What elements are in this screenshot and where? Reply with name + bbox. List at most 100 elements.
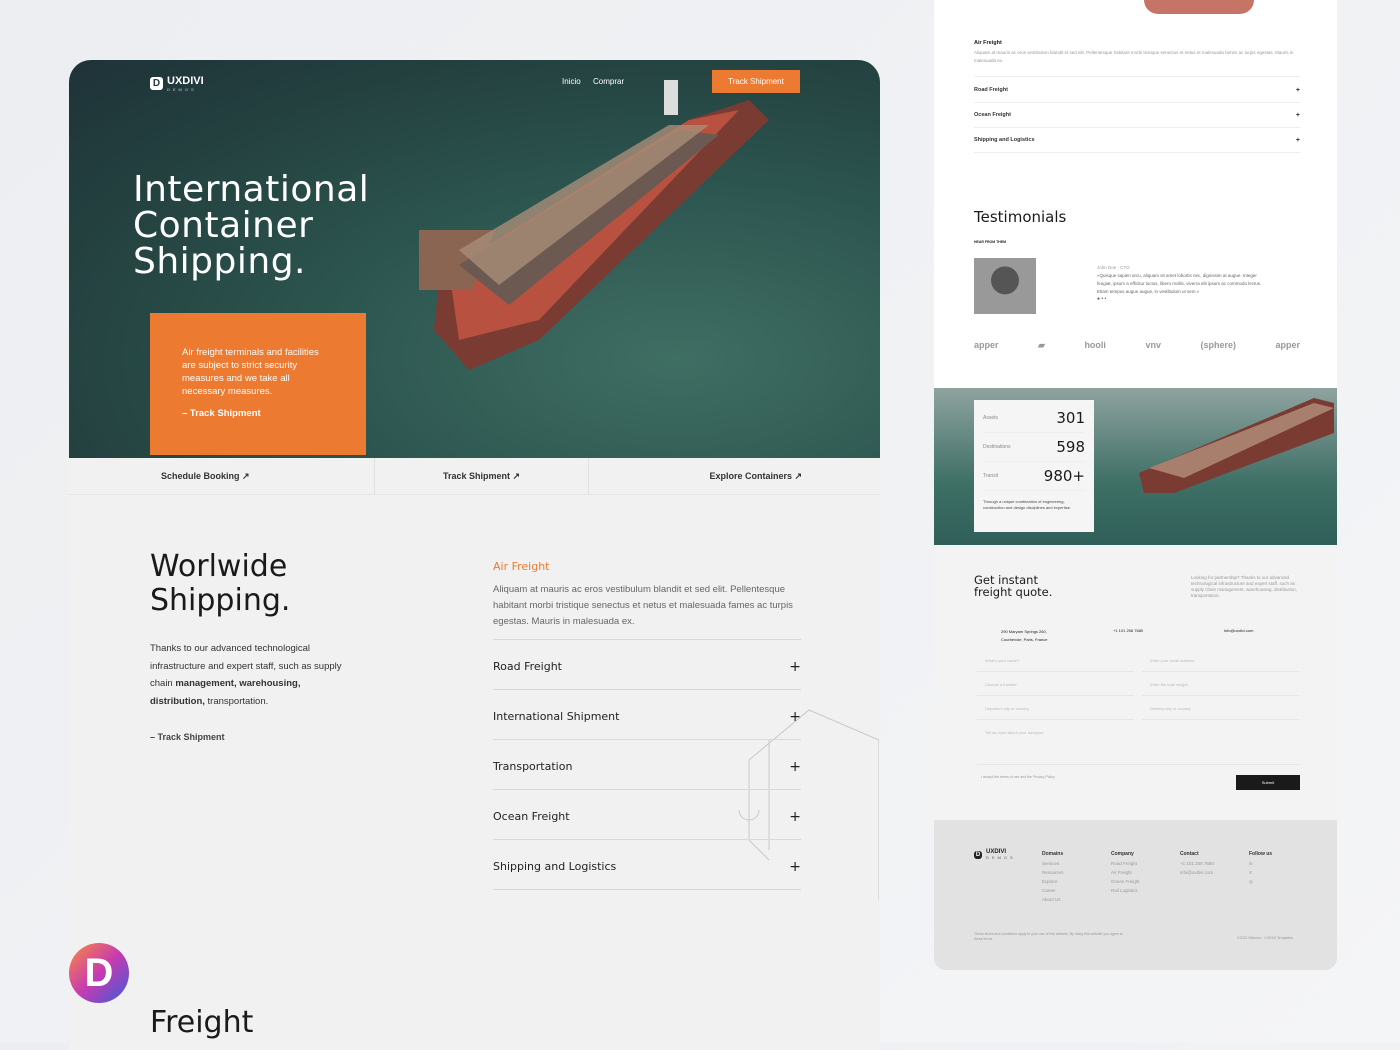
quote-phone[interactable]: +1 101 258 7680 xyxy=(1113,628,1143,633)
client-logo: apper xyxy=(1275,340,1300,350)
footer-column-title: Contact xyxy=(1180,851,1199,857)
footer-link[interactable]: ◎ xyxy=(1249,877,1272,886)
quote-section: Get instant freight quote. Looking for pa… xyxy=(934,545,1337,820)
plus-icon[interactable]: + xyxy=(1296,112,1300,119)
quote-consent-checkbox[interactable]: I accept the terms of use and the Privac… xyxy=(981,773,1055,781)
plus-icon[interactable]: + xyxy=(1296,137,1300,144)
nav-inicio[interactable]: Inicio xyxy=(562,77,581,86)
client-logos: apper ▰ hooli vnv (sphere) apper xyxy=(974,340,1300,351)
footer-link[interactable]: info@uxdivi.com xyxy=(1180,868,1214,877)
client-logo: vnv xyxy=(1145,340,1161,350)
quick-links-bar: Schedule Booking ↗ Track Shipment ↗ Expl… xyxy=(69,458,880,495)
footer-link[interactable]: Services xyxy=(1042,859,1064,868)
quote-form-field[interactable]: What's your name? xyxy=(977,648,1134,672)
landing-page-preview: D UXDIVI DEMOS Inicio Comprar Track Shipme… xyxy=(69,60,880,1050)
quote-message-textarea[interactable]: Tell us more about your transport xyxy=(977,720,1299,765)
freight-heading: Freight xyxy=(150,1005,254,1040)
footer-link[interactable]: Air Freight xyxy=(1111,868,1140,877)
preview-accordion-item[interactable]: Shipping and Logistics + xyxy=(974,128,1300,153)
accordion-item-label: Ocean Freight xyxy=(974,112,1011,118)
hero-card-text: Air freight terminals and facilities are… xyxy=(182,347,319,397)
uxdivi-badge-logo: D xyxy=(69,943,129,1003)
plus-icon[interactable]: + xyxy=(789,759,801,775)
footer-link[interactable]: About Us xyxy=(1042,895,1064,904)
footer-column: Follow us in X ◎ xyxy=(1249,849,1272,886)
quote-submit-button[interactable]: Submit xyxy=(1236,775,1300,790)
accordion-item-label: Ocean Freight xyxy=(493,810,570,823)
track-shipment-button[interactable]: Track Shipment xyxy=(712,70,800,93)
accordion-item-air-freight[interactable]: Air Freight Aliquam at mauris ac eros ve… xyxy=(493,560,801,640)
preview-accordion-item[interactable]: Road Freight + xyxy=(974,78,1300,103)
testimonials-title: Testimonials xyxy=(974,208,1067,226)
plus-icon[interactable]: + xyxy=(789,859,801,875)
quote-intro: Looking for partnership? Thanks to our a… xyxy=(1191,575,1298,598)
stat-value: 598 xyxy=(1056,438,1085,456)
client-logo: (sphere) xyxy=(1200,340,1236,350)
footer-column-title: Domains xyxy=(1042,851,1064,857)
quote-form-fields: What's your name? Enter your email addres… xyxy=(977,648,1299,720)
footer-link[interactable]: Ocean Freight xyxy=(1111,877,1140,886)
client-logo: apper xyxy=(974,340,999,350)
quote-form-field[interactable]: Choose a transfer xyxy=(977,672,1134,696)
quote-form-field[interactable]: Enter the total weight xyxy=(1142,672,1299,696)
brand-name: UXDIVI xyxy=(167,75,204,87)
worldwide-title: Worlwide Shipping. xyxy=(150,549,291,618)
quote-email[interactable]: info@uxdivi.com xyxy=(1224,628,1253,633)
track-shipment-link[interactable]: Track Shipment ↗ xyxy=(375,458,589,494)
nav-comprar[interactable]: Comprar xyxy=(593,77,624,86)
preview-accordion-item[interactable]: Ocean Freight + xyxy=(974,103,1300,128)
footer-link[interactable]: +1 101 258 7680 xyxy=(1180,859,1214,868)
accordion-item-label: International Shipment xyxy=(493,710,620,723)
ship-image xyxy=(1139,398,1334,493)
brand-logo[interactable]: D UXDIVI DEMOS xyxy=(150,75,204,92)
preview-accordion-air-freight[interactable]: Air Freight Aliquam at mauris ac eros ve… xyxy=(974,40,1300,77)
stat-row: Destinations 598 xyxy=(983,433,1085,462)
hero-title: International Container Shipping. xyxy=(133,169,370,282)
accordion-text: Aliquam at mauris ac eros vestibulum bla… xyxy=(493,584,793,627)
accordion-item[interactable]: Shipping and Logistics + xyxy=(493,840,801,890)
quote-form-field[interactable]: Delivery city or country xyxy=(1142,696,1299,720)
quote-form-field[interactable]: Enter your email address xyxy=(1142,648,1299,672)
stats-section: Assets 301 Destinations 598 Transit 980+ Throu… xyxy=(934,388,1337,545)
stat-label: Destinations xyxy=(983,444,1011,450)
worldwide-text: Thanks to our advanced technological inf… xyxy=(150,643,342,707)
accordion-item[interactable]: Road Freight + xyxy=(493,640,801,690)
brand-sub: DEMOS xyxy=(167,87,197,92)
hero-card-link[interactable]: – Track Shipment xyxy=(182,407,334,420)
accordion-title[interactable]: Air Freight xyxy=(493,560,801,573)
worldwide-track-link[interactable]: – Track Shipment xyxy=(150,732,225,742)
footer-column: Contact +1 101 258 7680 info@uxdivi.com xyxy=(1180,849,1214,877)
plus-icon[interactable]: + xyxy=(1296,87,1300,94)
testimonial-pager-dots[interactable]: ● • • xyxy=(1097,296,1262,302)
accordion-item[interactable]: International Shipment + xyxy=(493,690,801,740)
testimonial-avatar xyxy=(974,258,1036,314)
accordion-item[interactable]: Ocean Freight + xyxy=(493,790,801,840)
ship-image-top xyxy=(1144,0,1254,14)
footer-link[interactable]: Resources xyxy=(1042,868,1064,877)
container-ship-image xyxy=(419,80,769,370)
stat-row: Assets 301 xyxy=(983,404,1085,433)
footer-column-title: Follow us xyxy=(1249,851,1273,857)
stat-label: Assets xyxy=(983,415,999,421)
explore-containers-link[interactable]: Explore Containers ↗ xyxy=(589,458,880,494)
footer-copyright: ©2023 Webone · UXDIVI Templates xyxy=(1237,936,1293,940)
stat-row: Transit 980+ xyxy=(983,462,1085,491)
footer-link[interactable]: Rail Logistics xyxy=(1111,886,1140,895)
client-logo: hooli xyxy=(1084,340,1106,350)
testimonials-eyebrow: HEAR FROM THEM xyxy=(974,240,1007,244)
plus-icon[interactable]: + xyxy=(789,659,801,675)
hero-info-card: Air freight terminals and facilities are… xyxy=(150,313,366,455)
stats-text: Through a unique combination of engineer… xyxy=(983,499,1072,510)
footer-link[interactable]: Road Freight xyxy=(1111,859,1140,868)
footer-link[interactable]: Career xyxy=(1042,886,1064,895)
footer-link[interactable]: in xyxy=(1249,859,1272,868)
footer-link[interactable]: Explore xyxy=(1042,877,1064,886)
plus-icon[interactable]: + xyxy=(789,809,801,825)
footer-link[interactable]: X xyxy=(1249,868,1272,877)
accordion-item[interactable]: Transportation + xyxy=(493,740,801,790)
plus-icon[interactable]: + xyxy=(789,709,801,725)
schedule-booking-link[interactable]: Schedule Booking ↗ xyxy=(69,458,375,494)
footer-column-title: Company xyxy=(1111,851,1134,857)
quote-form-field[interactable]: Departure city or country xyxy=(977,696,1134,720)
footer-logo[interactable]: D UXDIVI DEMOS xyxy=(974,849,1016,860)
